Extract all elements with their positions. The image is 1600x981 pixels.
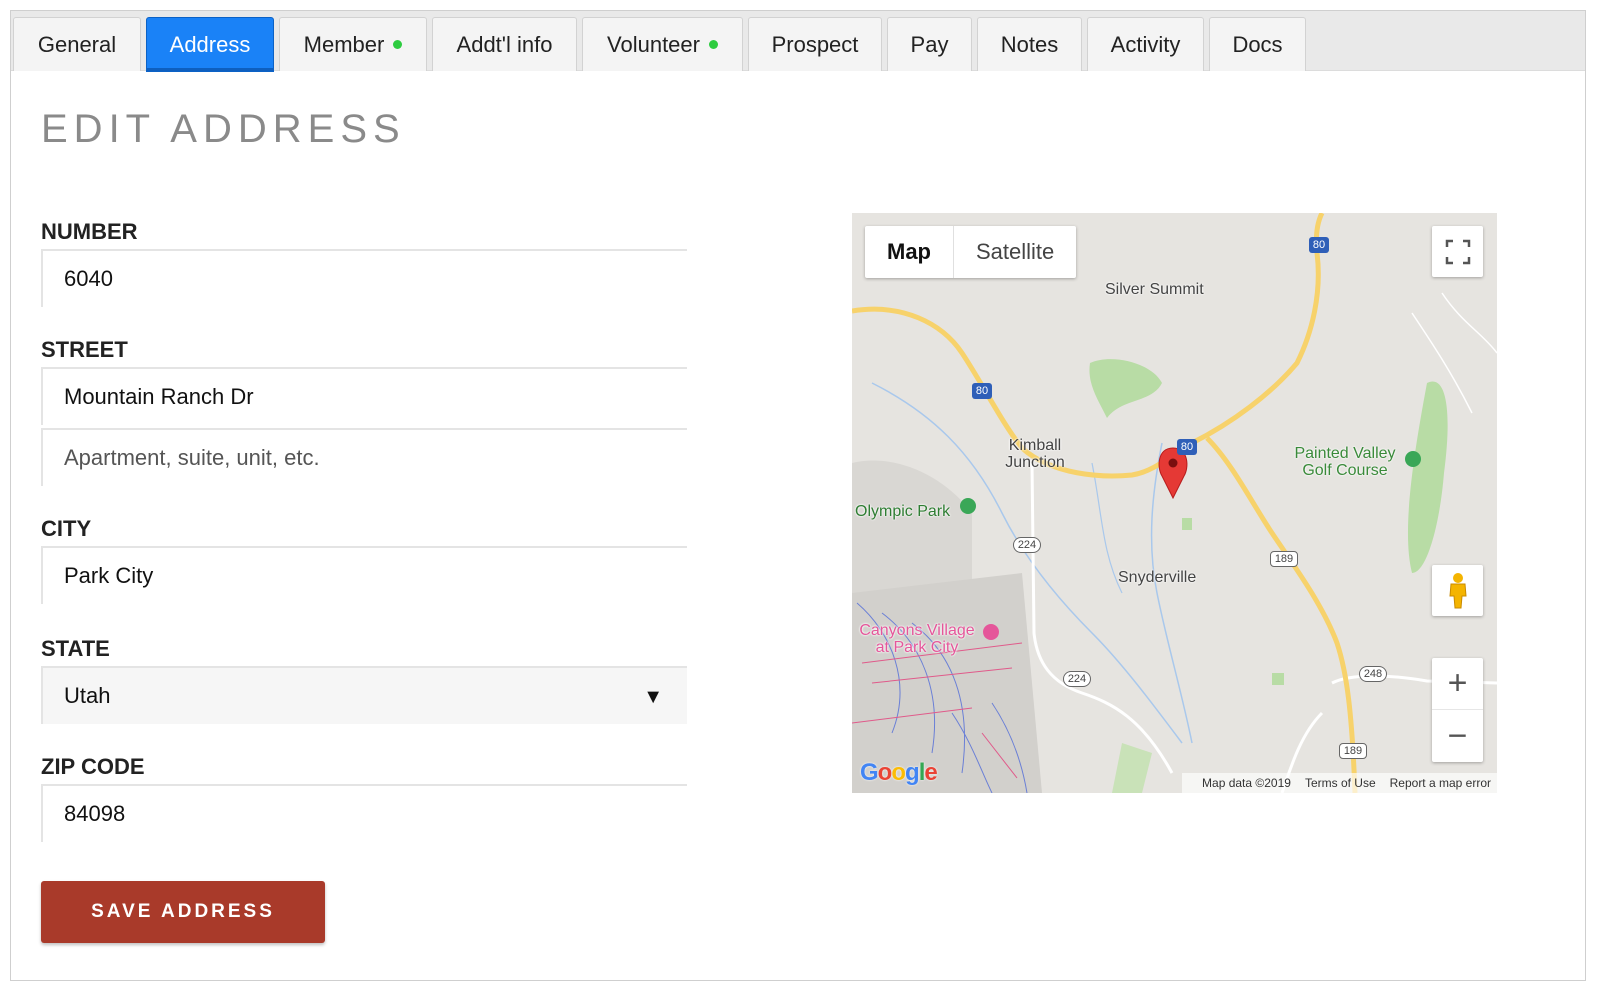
page-title: EDIT ADDRESS [41, 107, 406, 151]
status-dot [708, 40, 718, 49]
tab-label: Activity [1110, 31, 1181, 57]
state-select[interactable]: Utah ▼ [41, 666, 687, 724]
tab-label: Notes [1000, 31, 1059, 57]
plus-icon: + [1447, 664, 1468, 702]
tab-bar: General Address Member Addt'l info Volun… [11, 11, 1585, 72]
place-label-line: Painted Valley [1294, 445, 1396, 462]
map-type-control: Map Satellite [865, 226, 1077, 278]
number-label: NUMBER [41, 219, 138, 244]
place-label-line: Junction [1005, 454, 1065, 471]
state-value: Utah [64, 683, 111, 708]
dropdown-arrow-icon: ▼ [643, 686, 663, 708]
map-type-satellite-button[interactable]: Satellite [954, 226, 1076, 278]
route-shield: 248 [1359, 666, 1387, 682]
place-label: Kimball Junction [1002, 437, 1068, 471]
street-label: STREET [41, 337, 128, 362]
tab-notes[interactable]: Notes [977, 17, 1082, 71]
tab-prospect[interactable]: Prospect [748, 17, 882, 71]
tab-label: Prospect [771, 31, 859, 57]
tab-addtl-info[interactable]: Addt'l info [432, 17, 577, 71]
place-label: Silver Summit [1105, 281, 1204, 298]
tab-label: Pay [910, 31, 949, 57]
place-label-line: at Park City [875, 639, 959, 656]
status-dot [393, 40, 403, 49]
place-label-line: Kimball [1008, 437, 1062, 454]
tab-label: Volunteer [607, 31, 700, 57]
address-panel: General Address Member Addt'l info Volun… [10, 10, 1586, 981]
tab-pay[interactable]: Pay [887, 17, 972, 71]
interstate-shield: 80 [972, 383, 992, 399]
street-view-button[interactable] [1432, 565, 1483, 616]
place-label-line: Canyons Village [859, 622, 975, 639]
fullscreen-button[interactable] [1432, 226, 1483, 277]
tab-docs[interactable]: Docs [1209, 17, 1306, 71]
state-label: STATE [41, 636, 110, 661]
tab-member[interactable]: Member [279, 17, 427, 71]
place-label-line: Golf Course [1302, 462, 1388, 479]
place-label: Olympic Park [855, 503, 951, 520]
street-field[interactable] [41, 367, 687, 425]
tab-activity[interactable]: Activity [1087, 17, 1204, 71]
tab-general[interactable]: General [13, 17, 141, 71]
route-shield: 189 [1270, 551, 1298, 567]
place-label: Snyderville [1118, 569, 1197, 586]
zip-field[interactable] [41, 784, 687, 842]
route-shield: 224 [1013, 537, 1041, 553]
fullscreen-icon [1445, 239, 1470, 264]
city-label: CITY [41, 516, 92, 541]
terms-link[interactable]: Terms of Use [1305, 776, 1376, 790]
map-footer: Map data ©2019 Terms of Use Report a map… [1182, 773, 1497, 793]
google-logo: Google [860, 759, 938, 786]
street2-field[interactable] [41, 428, 687, 486]
tab-volunteer[interactable]: Volunteer [582, 17, 743, 71]
pegman-icon [1448, 572, 1467, 608]
city-field[interactable] [41, 546, 687, 604]
route-shield: 189 [1339, 743, 1367, 759]
place-label: Canyons Village at Park City [854, 622, 980, 656]
zoom-in-button[interactable]: + [1432, 658, 1483, 710]
tab-label: Address [169, 31, 251, 57]
interstate-shield: 80 [1177, 439, 1197, 455]
tab-label: Member [303, 31, 385, 57]
route-shield: 224 [1063, 671, 1091, 687]
minus-icon: − [1447, 716, 1468, 755]
map-widget[interactable]: 80 80 80 224 224 189 189 248 Silver Summ… [852, 213, 1497, 793]
tab-address[interactable]: Address [146, 17, 274, 72]
report-error-link[interactable]: Report a map error [1390, 776, 1491, 790]
tab-label: Addt'l info [456, 31, 553, 57]
zip-label: ZIP CODE [41, 754, 145, 779]
map-type-map-button[interactable]: Map [865, 226, 954, 278]
zoom-out-button[interactable]: − [1432, 710, 1483, 762]
tab-label: Docs [1232, 31, 1283, 57]
number-field[interactable] [41, 249, 687, 307]
map-data-credit: Map data ©2019 [1202, 776, 1291, 790]
tab-label: General [37, 31, 117, 57]
save-address-button[interactable]: SAVE ADDRESS [41, 881, 325, 943]
place-label: Painted Valley Golf Course [1290, 445, 1400, 479]
zoom-control: + − [1432, 658, 1483, 762]
interstate-shield: 80 [1309, 237, 1329, 253]
